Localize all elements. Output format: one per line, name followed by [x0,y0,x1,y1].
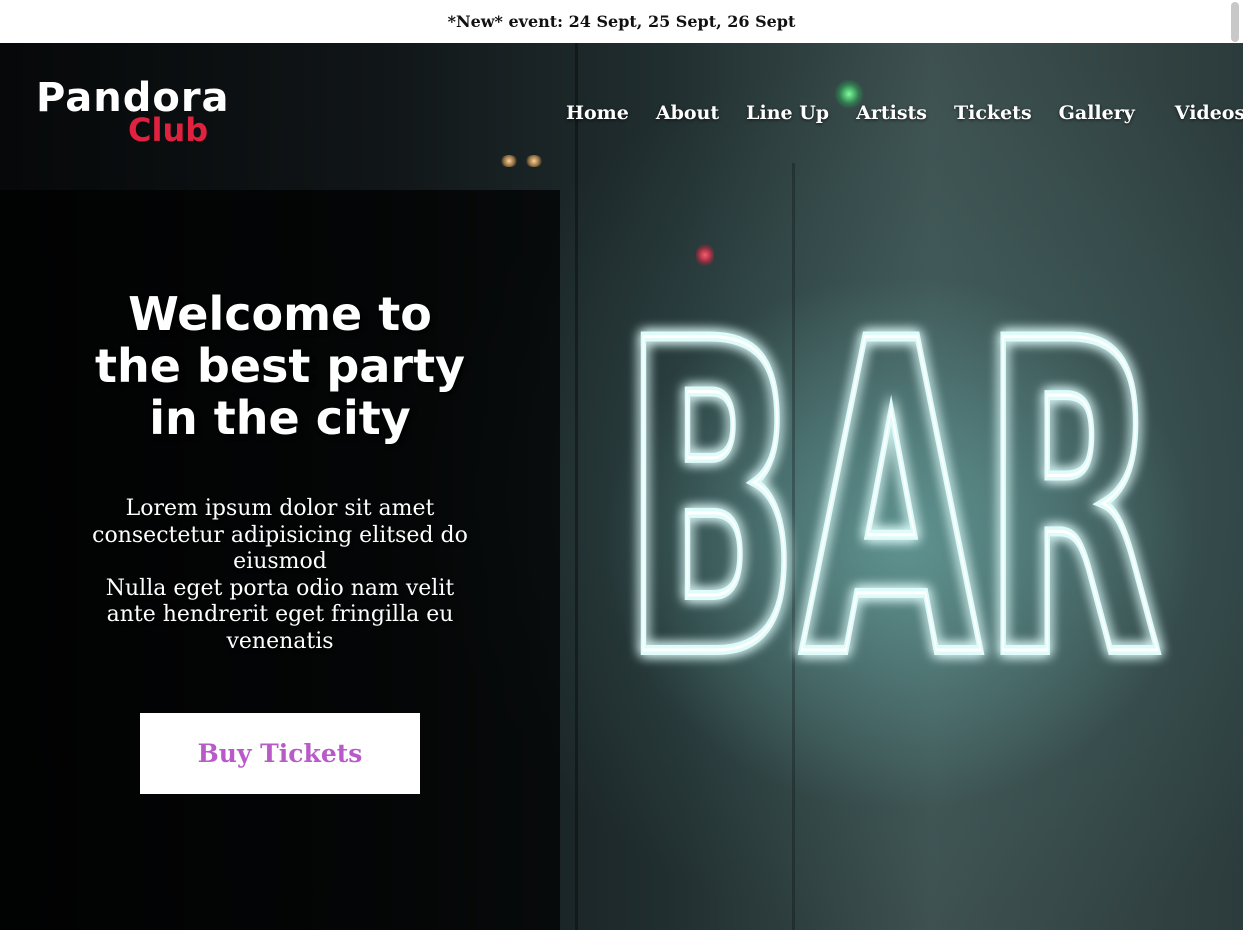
main-nav: Home About Line Up Artists Tickets Galle… [566,102,1243,124]
hero-headline: Welcome to the best party in the city [94,287,466,445]
scrollbar[interactable] [1231,2,1239,42]
nav-about[interactable]: About [656,102,719,124]
pandora-club-logo[interactable]: Pandora Club [36,78,230,146]
nav-home[interactable]: Home [566,102,629,124]
bokeh-light [500,155,518,167]
announcement-bar: *New* event: 24 Sept, 25 Sept, 26 Sept [0,0,1243,43]
hero-subtext: Lorem ipsum dolor sit amet consectetur a… [90,496,470,655]
nav-gallery[interactable]: Gallery [1059,102,1135,124]
nav-line-up[interactable]: Line Up [746,102,829,124]
hero-subtext-line: Nulla eget porta odio nam velit ante hen… [105,575,455,654]
nav-videos[interactable]: Videos [1175,102,1243,124]
announcement-text: *New* event: 24 Sept, 25 Sept, 26 Sept [447,12,796,31]
neon-bar-sign: BAR BAR [617,247,1167,730]
buy-tickets-button[interactable]: Buy Tickets [140,713,420,794]
neon-sign-core: BAR [622,252,1162,730]
nav-artists[interactable]: Artists [856,102,927,124]
nav-tickets[interactable]: Tickets [954,102,1032,124]
hero-subtext-line: Lorem ipsum dolor sit amet consectetur a… [92,496,468,574]
wall-seam [575,43,578,930]
bokeh-light [525,155,543,167]
